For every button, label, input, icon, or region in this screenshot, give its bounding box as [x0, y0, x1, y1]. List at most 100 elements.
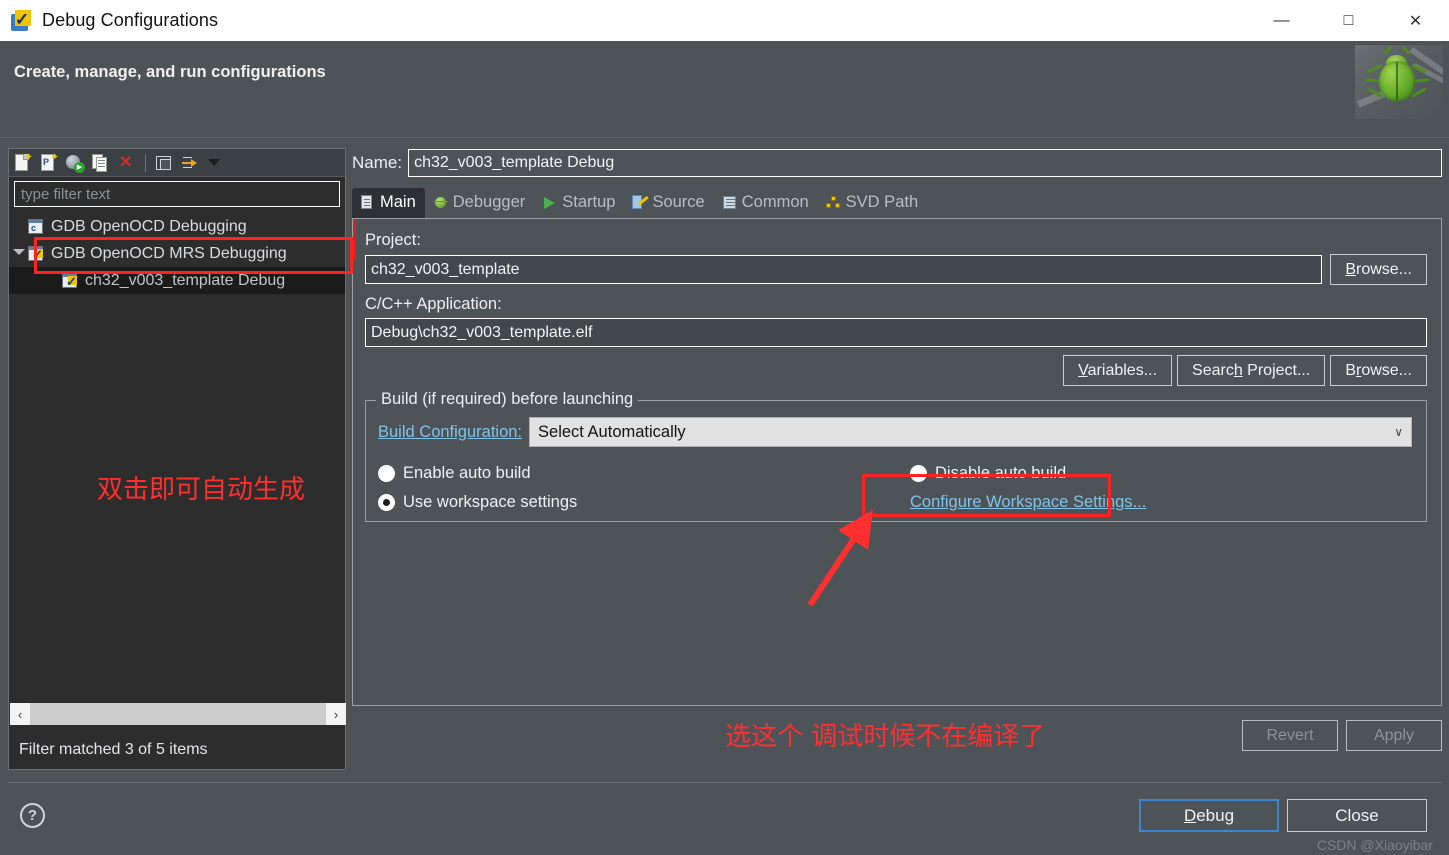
help-question-icon[interactable]: ? — [20, 803, 45, 828]
title-bar: ✓ Debug Configurations — □ ✕ — [0, 0, 1449, 41]
configure-workspace-settings-link[interactable]: Configure Workspace Settings... — [910, 493, 1146, 512]
tab-label: SVD Path — [845, 193, 919, 211]
build-group-title: Build (if required) before launching — [376, 390, 639, 409]
radio-label: Use workspace settings — [403, 493, 578, 511]
maximize-button[interactable]: □ — [1315, 0, 1382, 41]
tree-item-label: ch32_v003_template Debug — [85, 271, 286, 289]
radio-enable-auto-build[interactable]: Enable auto build — [378, 459, 878, 488]
build-options-left-column: Enable auto build Use workspace settings — [378, 459, 878, 517]
tree-toolbar: ✦ P ✦ ▶ ✕ — [9, 149, 345, 177]
tree-item-label: GDB OpenOCD MRS Debugging — [51, 244, 287, 262]
scrollbar-thumb[interactable] — [30, 703, 326, 725]
tab-startup[interactable]: Startup — [534, 188, 624, 218]
tab-label: Main — [380, 193, 416, 211]
minimize-button[interactable]: — — [1248, 0, 1315, 41]
filter-input[interactable] — [15, 185, 313, 203]
variables-button[interactable]: Variables... — [1063, 355, 1173, 386]
application-buttons-row: Variables... Search Project... Browse... — [365, 355, 1427, 386]
bug-icon — [432, 195, 448, 210]
footer-divider — [8, 782, 1442, 783]
tab-debugger[interactable]: Debugger — [425, 188, 534, 218]
apply-button[interactable]: Apply — [1346, 720, 1442, 751]
tab-main[interactable]: Main — [352, 188, 425, 218]
config-check-icon: ✓ — [61, 272, 79, 290]
scroll-right-button[interactable]: › — [326, 703, 346, 725]
project-browse-button[interactable]: Browse... — [1330, 254, 1427, 285]
scroll-left-button[interactable]: ‹ — [10, 703, 30, 725]
play-icon — [542, 195, 557, 210]
configuration-tabs: Main Debugger Startup Source Common SVD … — [352, 186, 1442, 218]
annotation-double-click: 双击即可自动生成 — [97, 475, 306, 505]
build-configuration-value: Select Automatically — [538, 422, 686, 441]
name-label: Name: — [352, 153, 403, 172]
new-prototype-icon[interactable]: P ✦ — [39, 152, 59, 173]
filter-status-text: Filter matched 3 of 5 items — [19, 741, 208, 758]
chevron-down-icon[interactable] — [208, 159, 220, 166]
tree-item-label: GDB OpenOCD Debugging — [51, 217, 247, 235]
filter-clear-button[interactable] — [313, 182, 339, 206]
radio-disable-auto-build[interactable]: Disable auto build — [910, 459, 1412, 488]
tab-svd-path[interactable]: SVD Path — [818, 188, 927, 218]
debug-configurations-window: ✓ Debug Configurations — □ ✕ Create, man… — [0, 0, 1449, 855]
filter-row — [9, 177, 345, 211]
common-icon — [722, 195, 737, 210]
delete-icon[interactable]: ✕ — [117, 153, 137, 173]
annotation-select-this: 选这个 调试时候不在编译了 — [725, 722, 1046, 752]
new-launch-group-icon[interactable]: ▶ — [65, 153, 85, 173]
application-input[interactable] — [365, 318, 1427, 347]
build-options-right-column: Disable auto build Configure Workspace S… — [878, 459, 1412, 517]
radio-use-workspace-settings[interactable]: Use workspace settings — [378, 488, 878, 517]
panel-accent-bar — [353, 219, 356, 259]
tree-item-ch32-v003-template-debug[interactable]: ✓ ch32_v003_template Debug — [9, 267, 345, 294]
application-row — [365, 318, 1427, 347]
configurations-tree: c GDB OpenOCD Debugging ✓ GDB OpenOCD MR… — [9, 211, 345, 294]
build-configuration-row: Build Configuration: Select Automaticall… — [378, 417, 1412, 447]
toolbar-divider — [145, 153, 146, 172]
close-window-button[interactable]: ✕ — [1382, 0, 1449, 41]
radio-label: Enable auto build — [403, 464, 531, 482]
search-project-button[interactable]: Search Project... — [1177, 355, 1326, 386]
filter-box[interactable] — [14, 181, 340, 207]
window-controls: — □ ✕ — [1248, 0, 1449, 41]
build-before-launch-group: Build (if required) before launching Bui… — [365, 390, 1427, 522]
config-c-icon: c — [27, 218, 45, 236]
configurations-tree-panel: ✦ P ✦ ▶ ✕ type filter text c GDB OpenOCD… — [8, 148, 346, 770]
wizard-checkmark-icon: ✓ — [10, 9, 32, 32]
expand-twisty-icon[interactable] — [13, 249, 25, 255]
radio-indicator[interactable] — [378, 465, 395, 482]
window-title: Debug Configurations — [42, 10, 219, 30]
project-input[interactable] — [365, 255, 1323, 284]
radio-indicator[interactable] — [910, 465, 927, 482]
new-launch-configuration-icon[interactable]: ✦ — [13, 152, 33, 173]
tab-label: Debugger — [452, 193, 526, 211]
revert-button[interactable]: Revert — [1242, 720, 1338, 751]
application-browse-button[interactable]: Browse... — [1330, 355, 1427, 386]
filter-icon[interactable] — [180, 153, 200, 173]
configuration-editor: Name: Main Debugger Startup Source — [352, 148, 1442, 770]
build-options-radios: Enable auto build Use workspace settings… — [378, 459, 1412, 517]
project-label: Project: — [365, 231, 421, 249]
configuration-name-input[interactable] — [408, 149, 1442, 177]
tab-label: Common — [741, 193, 809, 211]
debug-button[interactable]: Debug — [1139, 799, 1279, 832]
green-bug-icon — [1355, 45, 1443, 119]
collapse-all-icon[interactable] — [154, 153, 174, 173]
build-configuration-label[interactable]: Build Configuration: — [378, 423, 522, 442]
tree-horizontal-scrollbar[interactable]: ‹ › — [10, 703, 346, 725]
configure-workspace-settings-link-row: Configure Workspace Settings... — [910, 488, 1412, 517]
tree-item-gdb-openocd-debugging[interactable]: c GDB OpenOCD Debugging — [9, 213, 345, 240]
tab-source[interactable]: Source — [624, 188, 713, 218]
tab-label: Startup — [562, 193, 616, 211]
main-tab-panel: Project: Browse... C/C++ Application: Va… — [352, 218, 1442, 752]
build-configuration-select[interactable]: Select Automatically ∨ — [529, 417, 1412, 447]
application-label: C/C++ Application: — [365, 295, 502, 313]
radio-indicator[interactable] — [378, 494, 395, 511]
dialog-buttons: Debug Close — [1139, 799, 1427, 832]
close-button[interactable]: Close — [1287, 799, 1427, 832]
project-row: Browse... — [365, 254, 1427, 285]
radio-label: Disable auto build — [935, 464, 1067, 482]
tab-common[interactable]: Common — [714, 188, 818, 218]
tree-item-gdb-openocd-mrs-debugging[interactable]: ✓ GDB OpenOCD MRS Debugging — [9, 240, 345, 267]
duplicate-icon[interactable] — [91, 153, 111, 173]
header-title: Create, manage, and run configurations — [14, 63, 326, 81]
